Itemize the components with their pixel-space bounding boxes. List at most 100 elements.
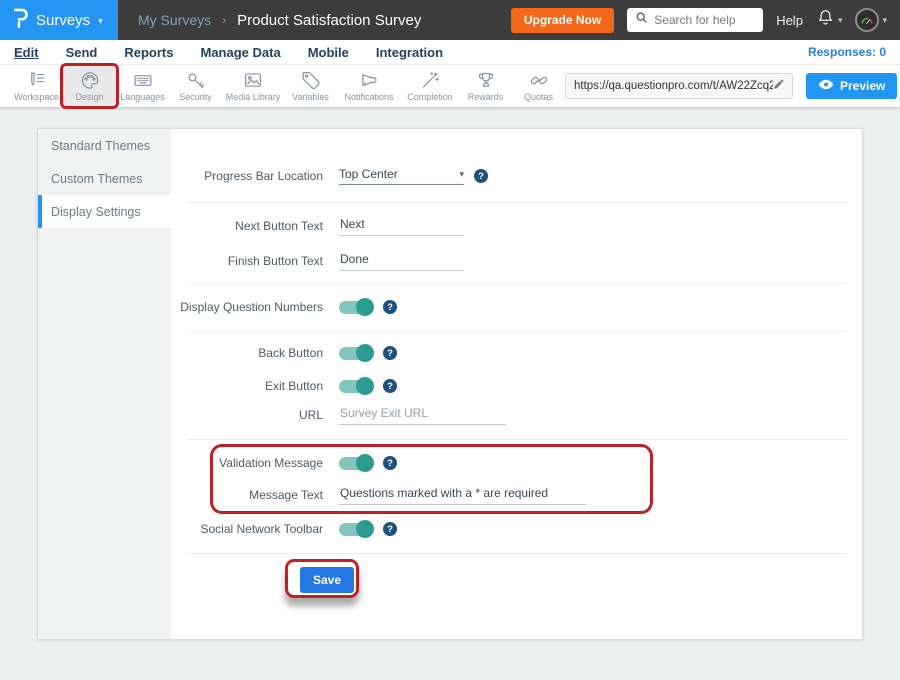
help-icon[interactable]: ?	[383, 346, 397, 360]
chevron-down-icon: ▾	[98, 16, 103, 27]
social-network-toolbar-toggle[interactable]	[339, 523, 373, 536]
divider	[187, 553, 847, 554]
brand-surveys-menu[interactable]: Surveys ▾	[0, 0, 118, 40]
survey-menu-bar: Edit Send Reports Manage Data Mobile Int…	[0, 40, 900, 65]
rewards-icon	[474, 70, 498, 91]
menu-item-integration[interactable]: Integration	[376, 45, 443, 60]
chevron-down-icon: ▾	[459, 169, 464, 180]
social-network-toolbar-row: Social Network Toolbar ?	[171, 514, 862, 544]
survey-url-box[interactable]	[565, 73, 793, 99]
back-button-row: Back Button ?	[171, 338, 862, 368]
divider	[187, 283, 847, 284]
message-text-input[interactable]	[339, 486, 586, 505]
toggle-knob	[356, 377, 374, 395]
menu-item-mobile[interactable]: Mobile	[308, 45, 349, 60]
social-network-toolbar-label: Social Network Toolbar	[171, 522, 323, 536]
tool-media-library[interactable]: Media Library	[222, 66, 284, 106]
display-question-numbers-label: Display Question Numbers	[171, 300, 323, 314]
help-icon[interactable]: ?	[383, 522, 397, 536]
quotas-icon	[527, 70, 551, 91]
back-button-toggle[interactable]	[339, 347, 373, 360]
tool-completion[interactable]: Completion	[401, 66, 459, 106]
message-text-row: Message Text	[171, 480, 862, 510]
tool-security[interactable]: Security	[169, 66, 222, 106]
help-icon[interactable]: ?	[383, 379, 397, 393]
menu-item-reports[interactable]: Reports	[124, 45, 173, 60]
chevron-down-icon: ▾	[882, 15, 887, 26]
sidebar-item-standard-themes[interactable]: Standard Themes	[38, 129, 171, 162]
header-right-actions: Upgrade Now Help ▾ ▾	[511, 8, 900, 33]
tool-notifications[interactable]: Notifications	[337, 66, 401, 106]
tool-languages[interactable]: Languages	[116, 66, 169, 106]
eye-icon	[818, 79, 834, 93]
survey-url-area: Preview	[565, 73, 897, 99]
themes-sidebar: Standard Themes Custom Themes Display Se…	[38, 129, 171, 639]
survey-url-input[interactable]	[574, 80, 773, 92]
help-link[interactable]: Help	[776, 13, 803, 28]
preview-button[interactable]: Preview	[806, 73, 897, 99]
notifications-icon	[357, 70, 381, 91]
help-search-input[interactable]	[654, 13, 755, 27]
tool-variables[interactable]: Variables	[284, 66, 337, 106]
finish-button-text-label: Finish Button Text	[171, 254, 323, 268]
finish-button-text-input[interactable]	[339, 252, 464, 271]
edit-toolbar: Workspace Design Languages Security Medi…	[0, 65, 900, 108]
exit-url-input[interactable]	[339, 406, 506, 425]
next-button-text-label: Next Button Text	[171, 219, 323, 233]
search-icon	[635, 11, 648, 29]
tool-rewards[interactable]: Rewards	[459, 66, 512, 106]
questionpro-logo	[13, 7, 28, 34]
menu-item-manage-data[interactable]: Manage Data	[200, 45, 280, 60]
progress-bar-location-select[interactable]: Top Center ▾	[339, 167, 464, 185]
notifications-bell-menu[interactable]: ▾	[816, 8, 843, 32]
top-header-bar: Surveys ▾ My Surveys › Product Satisfact…	[0, 0, 900, 40]
finish-button-text-row: Finish Button Text	[171, 246, 862, 276]
next-button-text-row: Next Button Text	[171, 211, 862, 241]
toggle-knob	[356, 520, 374, 538]
variables-icon	[299, 70, 323, 91]
help-icon[interactable]: ?	[383, 456, 397, 470]
account-menu[interactable]: ▾	[855, 8, 887, 32]
sidebar-item-custom-themes[interactable]: Custom Themes	[38, 162, 171, 195]
help-icon[interactable]: ?	[383, 300, 397, 314]
completion-icon	[418, 70, 442, 91]
validation-message-row: Validation Message ?	[171, 448, 862, 478]
exit-button-row: Exit Button ?	[171, 371, 862, 401]
next-button-text-input[interactable]	[339, 217, 464, 236]
breadcrumb-separator: ›	[222, 13, 226, 27]
display-settings-form: Progress Bar Location Top Center ▾ ? Nex…	[171, 129, 862, 639]
breadcrumb: My Surveys › Product Satisfaction Survey	[138, 12, 421, 29]
validation-message-toggle[interactable]	[339, 457, 373, 470]
chevron-down-icon: ▾	[838, 15, 843, 26]
avatar	[855, 8, 879, 32]
help-icon[interactable]: ?	[474, 169, 488, 183]
toggle-knob	[356, 298, 374, 316]
design-icon	[78, 70, 102, 91]
help-search-box[interactable]	[627, 8, 763, 32]
tool-design[interactable]: Design	[63, 66, 116, 106]
save-button[interactable]: Save	[300, 567, 354, 593]
menu-item-send[interactable]: Send	[66, 45, 98, 60]
tool-workspace[interactable]: Workspace	[10, 66, 63, 106]
display-question-numbers-row: Display Question Numbers ?	[171, 292, 862, 322]
divider	[187, 202, 847, 203]
exit-url-label: URL	[171, 408, 323, 422]
bell-icon	[816, 8, 835, 32]
display-question-numbers-toggle[interactable]	[339, 301, 373, 314]
responses-count[interactable]: Responses: 0	[808, 45, 886, 59]
exit-button-toggle[interactable]	[339, 380, 373, 393]
tool-quotas[interactable]: Quotas	[512, 66, 565, 106]
sidebar-item-display-settings[interactable]: Display Settings	[38, 195, 171, 228]
menu-item-edit[interactable]: Edit	[14, 45, 39, 60]
edit-url-pencil-icon[interactable]	[773, 77, 785, 95]
upgrade-now-button[interactable]: Upgrade Now	[511, 8, 614, 33]
divider	[187, 439, 847, 440]
breadcrumb-my-surveys[interactable]: My Surveys	[138, 12, 211, 28]
progress-bar-location-label: Progress Bar Location	[171, 169, 323, 183]
back-button-label: Back Button	[171, 346, 323, 360]
toggle-knob	[356, 454, 374, 472]
security-icon	[184, 70, 208, 91]
divider	[187, 331, 847, 332]
workspace-icon	[25, 70, 49, 91]
brand-label: Surveys	[36, 12, 90, 29]
